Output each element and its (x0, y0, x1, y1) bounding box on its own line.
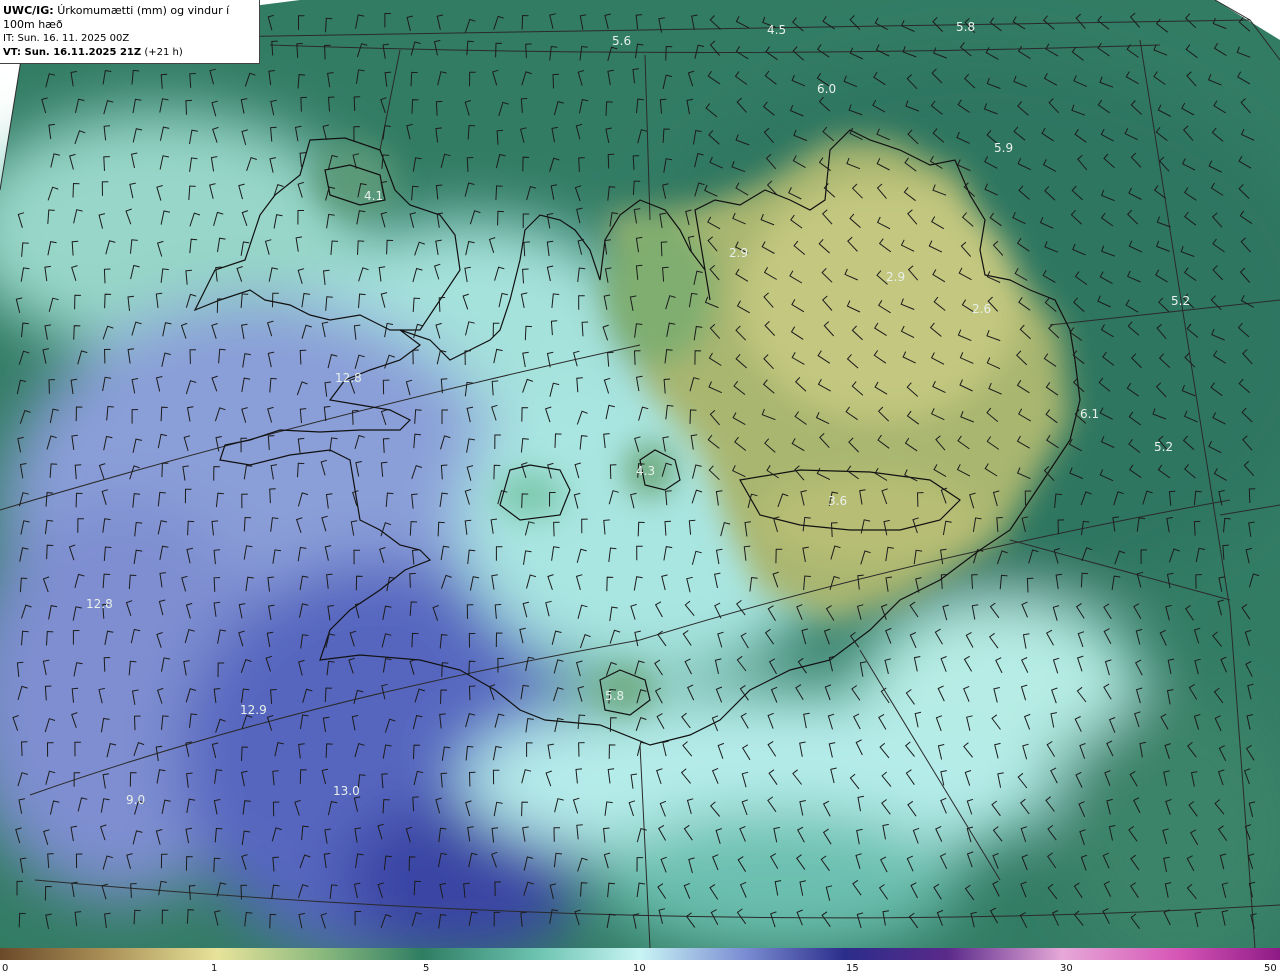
scale-tick: 0 (2, 963, 9, 974)
precip-value-label: 9.0 (126, 793, 145, 807)
precip-value-label: 2.6 (972, 302, 991, 316)
model-name: UWC/IG: (3, 4, 54, 17)
precip-value-label: 5.8 (956, 20, 975, 34)
valid-time: VT: Sun. 16.11.2025 21Z (3, 47, 142, 58)
precip-value-label: 5.9 (994, 141, 1013, 155)
precip-value-label: 13.0 (333, 784, 360, 798)
scale-tick: 5 (423, 963, 430, 974)
precip-value-label: 2.9 (729, 246, 748, 260)
precip-value-label: 12.9 (240, 703, 267, 717)
color-scale-bar (0, 948, 1280, 960)
scale-tick: 50 (1264, 963, 1277, 974)
map-viewer: 5.6 4.5 5.8 6.0 5.9 4.1 2.9 2.9 2.6 5.2 6.1 5.2 12.8… (0, 0, 1280, 978)
precip-value-label: 4.1 (364, 189, 383, 203)
precip-value-label: 2.9 (886, 270, 905, 284)
precip-value-label: 5.6 (612, 34, 631, 48)
scale-tick: 1 (211, 963, 218, 974)
precip-value-label: 4.3 (636, 464, 655, 478)
precip-value-label: 6.0 (817, 82, 836, 96)
precip-value-label: 12.8 (335, 371, 362, 385)
precip-value-label: 5.2 (1154, 440, 1173, 454)
precip-value-label: 5.8 (605, 689, 624, 703)
map-header: UWC/IG: Úrkomumætti (mm) og vindur í 100… (0, 0, 260, 64)
precip-value-label: 12.8 (86, 597, 113, 611)
forecast-offset: (+21 h) (144, 47, 183, 58)
precip-value-label: 3.6 (828, 494, 847, 508)
color-scale-labels: 0 1 5 10 15 30 50 (0, 960, 1280, 978)
precip-value-label: 5.2 (1171, 294, 1190, 308)
scale-tick: 15 (846, 963, 859, 974)
scale-tick: 30 (1060, 963, 1073, 974)
init-time: IT: Sun. 16. 11. 2025 00Z (3, 33, 130, 44)
scale-tick: 10 (633, 963, 646, 974)
precip-value-label: 4.5 (767, 23, 786, 37)
precipitation-wind-map: 5.6 4.5 5.8 6.0 5.9 4.1 2.9 2.9 2.6 5.2 6.1 5.2 12.8… (0, 0, 1280, 948)
precip-value-label: 6.1 (1080, 407, 1099, 421)
